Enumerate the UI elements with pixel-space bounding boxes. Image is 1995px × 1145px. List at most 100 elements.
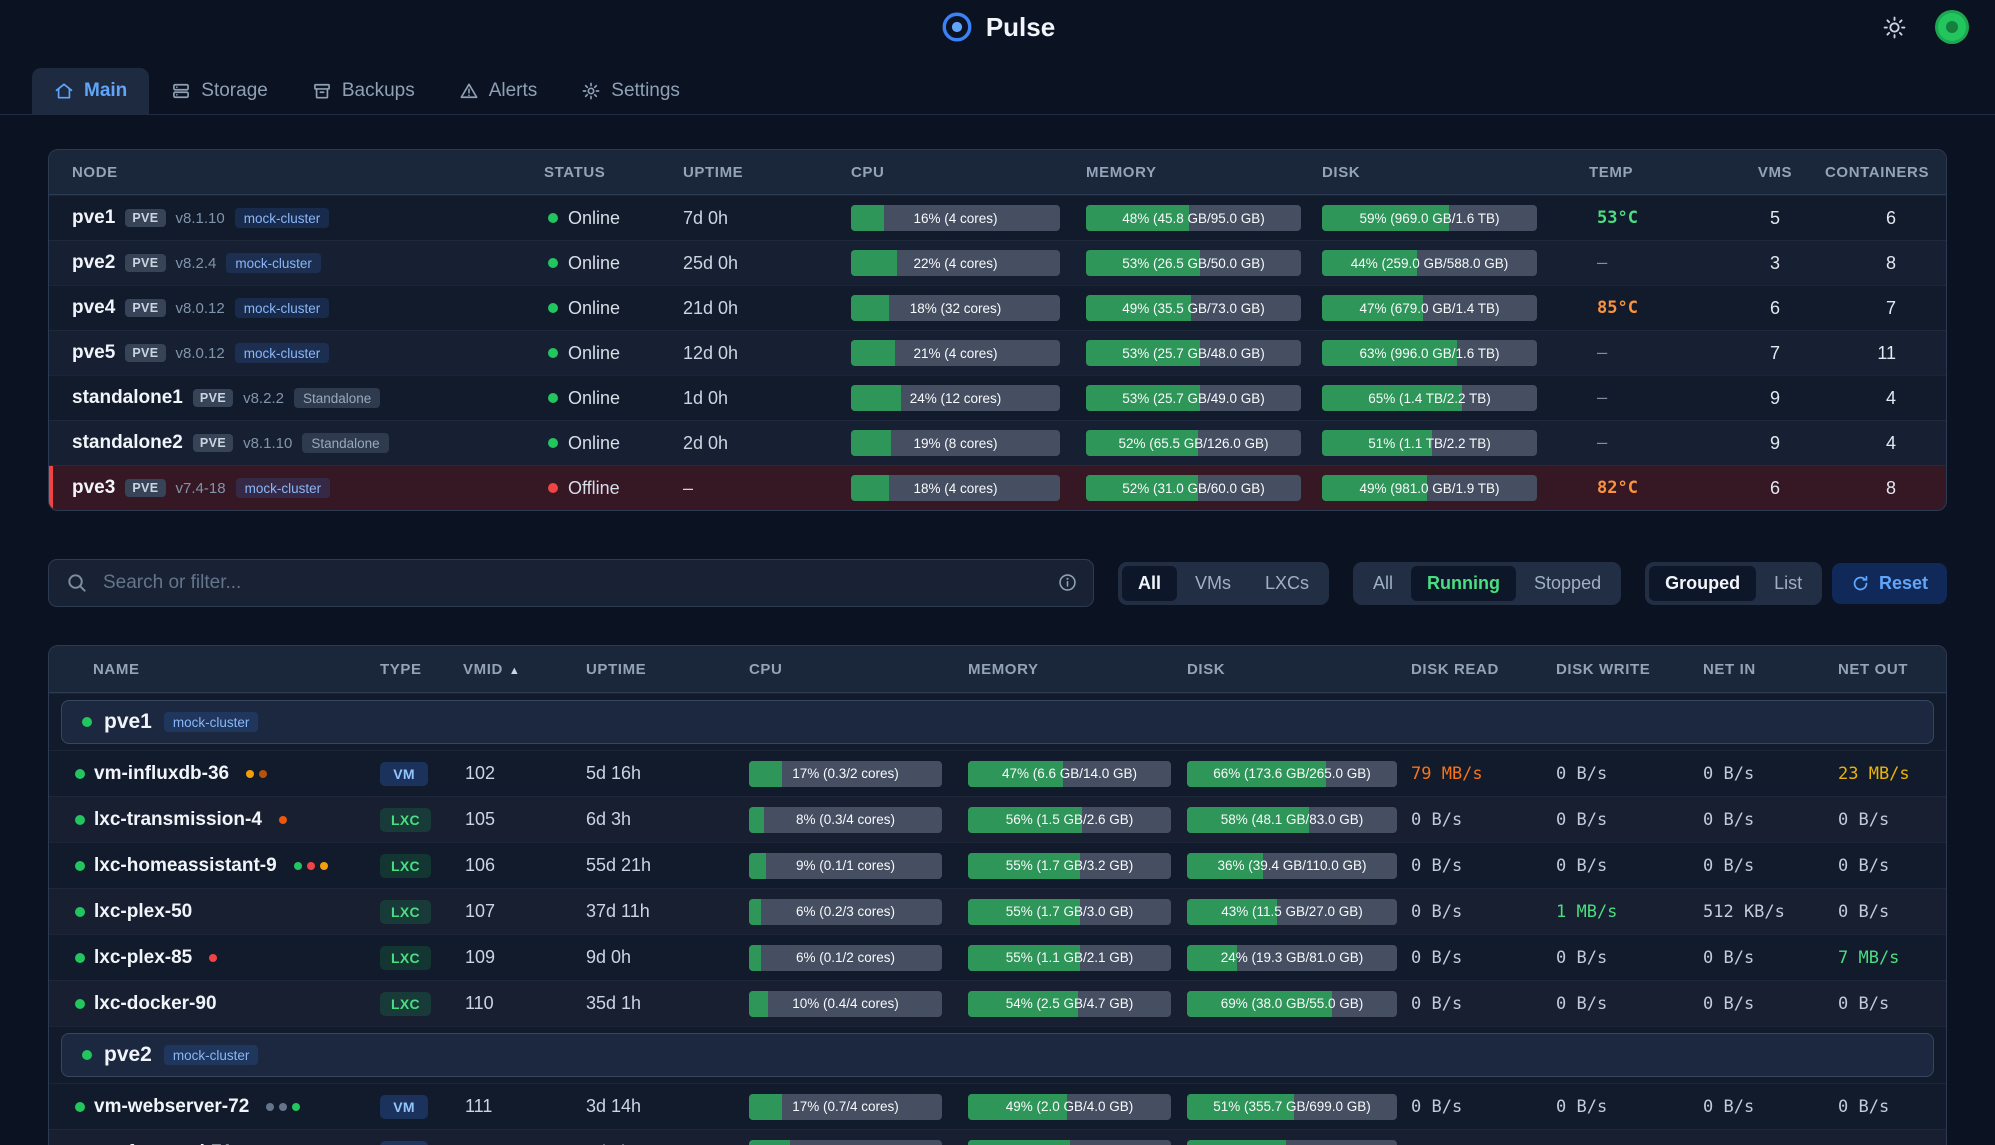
col-disk-read[interactable]: DISK READ: [1411, 661, 1556, 678]
home-icon: [54, 81, 74, 101]
node-row[interactable]: pve3PVEv7.4-18mock-clusterOffline–18% (4…: [49, 465, 1946, 510]
type-filter-vms[interactable]: VMs: [1179, 566, 1247, 601]
tab-alerts[interactable]: Alerts: [437, 68, 560, 114]
node-row[interactable]: pve4PVEv8.0.12mock-clusterOnline21d 0h18…: [49, 285, 1946, 330]
col-uptime[interactable]: UPTIME: [683, 164, 851, 181]
col-type[interactable]: TYPE: [380, 661, 463, 678]
guest-status-dot: [75, 769, 85, 779]
guest-row[interactable]: lxc-transmission-4LXC1056d 3h8% (0.3/4 c…: [49, 796, 1946, 842]
guest-name-cell: lxc-plex-50: [49, 901, 380, 923]
node-uptime: 21d 0h: [683, 298, 851, 319]
node-cpu-usage: 16% (4 cores): [851, 205, 1086, 231]
col-guest-memory[interactable]: MEMORY: [968, 661, 1187, 678]
guest-name: vm-webserver-72: [94, 1096, 249, 1118]
usage-bar: 44% (259.0 GB/588.0 GB): [1322, 250, 1537, 276]
usage-bar: 43% (11.5 GB/27.0 GB): [1187, 899, 1397, 925]
node-row[interactable]: pve2PVEv8.2.4mock-clusterOnline25d 0h22%…: [49, 240, 1946, 285]
usage-bar: 51% (1.1 TB/2.2 TB): [1322, 430, 1537, 456]
col-temp[interactable]: TEMP: [1589, 164, 1725, 181]
guest-row[interactable]: vm-influxdb-36VM1025d 16h17% (0.3/2 core…: [49, 750, 1946, 796]
col-disk[interactable]: DISK: [1322, 164, 1589, 181]
view-filter-grouped[interactable]: Grouped: [1649, 566, 1756, 601]
usage-bar: 22% (4 cores): [851, 250, 1060, 276]
col-vmid[interactable]: VMID▲: [463, 661, 586, 678]
state-filter-stopped[interactable]: Stopped: [1518, 566, 1617, 601]
info-icon[interactable]: [1057, 572, 1078, 593]
usage-bar: 21% (0.8/4 cores): [749, 1140, 942, 1145]
col-node[interactable]: NODE: [49, 164, 544, 181]
platform-badge: PVE: [125, 254, 165, 272]
tab-main[interactable]: Main: [32, 68, 149, 114]
col-net-out[interactable]: NET OUT: [1838, 661, 1947, 678]
guest-cpu-usage: 6% (0.2/3 cores): [749, 899, 968, 925]
guest-disk-read: 0 B/s: [1411, 948, 1556, 968]
cluster-badge: mock-cluster: [226, 253, 321, 273]
guest-row[interactable]: vm-frontend-71VM1122d 1h21% (0.8/4 cores…: [49, 1129, 1946, 1145]
guest-name: lxc-plex-85: [94, 947, 192, 969]
col-net-in[interactable]: NET IN: [1703, 661, 1838, 678]
tab-storage[interactable]: Storage: [149, 68, 290, 114]
col-containers[interactable]: CONTAINERS: [1825, 164, 1947, 181]
search-input[interactable]: [48, 559, 1094, 607]
col-name[interactable]: NAME: [49, 661, 380, 678]
guest-row[interactable]: lxc-plex-50LXC10737d 11h6% (0.2/3 cores)…: [49, 888, 1946, 934]
col-status[interactable]: STATUS: [544, 164, 683, 181]
type-badge: LXC: [380, 946, 431, 970]
col-cpu[interactable]: CPU: [851, 164, 1086, 181]
col-vms[interactable]: VMS: [1725, 164, 1825, 181]
view-filter-list[interactable]: List: [1758, 566, 1818, 601]
usage-bar: 18% (32 cores): [851, 295, 1060, 321]
guest-name-cell: lxc-plex-85: [49, 947, 380, 969]
guest-group-header[interactable]: pve2mock-cluster: [61, 1033, 1934, 1077]
tab-backups[interactable]: Backups: [290, 68, 437, 114]
alert-dots: [209, 954, 217, 962]
usage-bar: 51% (355.7 GB/699.0 GB): [1187, 1094, 1397, 1120]
usage-bar: 48% (45.8 GB/95.0 GB): [1086, 205, 1301, 231]
col-guest-cpu[interactable]: CPU: [749, 661, 968, 678]
guest-row[interactable]: lxc-docker-90LXC11035d 1h10% (0.4/4 core…: [49, 980, 1946, 1026]
node-row[interactable]: standalone2PVEv8.1.10StandaloneOnline2d …: [49, 420, 1946, 465]
reset-button[interactable]: Reset: [1832, 563, 1947, 604]
guest-net-in: 0 B/s: [1703, 810, 1838, 830]
guest-net-out: 0 B/s: [1838, 994, 1947, 1014]
user-avatar[interactable]: [1935, 10, 1969, 44]
col-guest-disk[interactable]: DISK: [1187, 661, 1411, 678]
theme-toggle-sun-icon[interactable]: [1882, 15, 1907, 40]
node-row[interactable]: pve1PVEv8.1.10mock-clusterOnline7d 0h16%…: [49, 195, 1946, 240]
node-memory-usage: 53% (26.5 GB/50.0 GB): [1086, 250, 1322, 276]
guest-row[interactable]: vm-webserver-72VM1113d 14h17% (0.7/4 cor…: [49, 1083, 1946, 1129]
col-guest-uptime[interactable]: UPTIME: [586, 661, 749, 678]
state-filter-all[interactable]: All: [1357, 566, 1409, 601]
status-dot: [548, 438, 558, 448]
node-row[interactable]: standalone1PVEv8.2.2StandaloneOnline1d 0…: [49, 375, 1946, 420]
node-vms-count: 6: [1725, 298, 1825, 319]
node-memory-usage: 53% (25.7 GB/49.0 GB): [1086, 385, 1322, 411]
node-temp: 85°C: [1589, 298, 1725, 318]
guest-name: lxc-transmission-4: [94, 809, 262, 831]
usage-bar-label: 47% (6.6 GB/14.0 GB): [968, 761, 1171, 787]
usage-bar: 53% (25.7 GB/48.0 GB): [1086, 340, 1301, 366]
guest-disk-read: 0 B/s: [1411, 902, 1556, 922]
node-vms-count: 6: [1725, 478, 1825, 499]
node-memory-usage: 52% (31.0 GB/60.0 GB): [1086, 475, 1322, 501]
tab-settings[interactable]: Settings: [559, 68, 702, 114]
col-memory[interactable]: MEMORY: [1086, 164, 1322, 181]
col-disk-write[interactable]: DISK WRITE: [1556, 661, 1703, 678]
guest-vmid: 109: [463, 947, 586, 968]
alert-dot: [292, 1103, 300, 1111]
type-filter-all[interactable]: All: [1122, 566, 1177, 601]
node-row[interactable]: pve5PVEv8.0.12mock-clusterOnline12d 0h21…: [49, 330, 1946, 375]
guest-row[interactable]: lxc-homeassistant-9LXC10655d 21h9% (0.1/…: [49, 842, 1946, 888]
node-version: v8.1.10: [243, 435, 292, 452]
guest-memory-usage: 54% (2.5 GB/4.7 GB): [968, 991, 1187, 1017]
app-header: Pulse: [0, 0, 1995, 54]
usage-bar-label: 49% (981.0 GB/1.9 TB): [1322, 475, 1537, 501]
platform-badge: PVE: [193, 389, 233, 407]
state-filter-running[interactable]: Running: [1411, 566, 1516, 601]
usage-bar: 53% (26.5 GB/50.0 GB): [1086, 250, 1301, 276]
usage-bar-label: 53% (25.7 GB/49.0 GB): [1086, 385, 1301, 411]
guest-row[interactable]: lxc-plex-85LXC1099d 0h6% (0.1/2 cores)55…: [49, 934, 1946, 980]
guest-group-header[interactable]: pve1mock-cluster: [61, 700, 1934, 744]
type-filter-lxcs[interactable]: LXCs: [1249, 566, 1325, 601]
node-vms-count: 3: [1725, 253, 1825, 274]
